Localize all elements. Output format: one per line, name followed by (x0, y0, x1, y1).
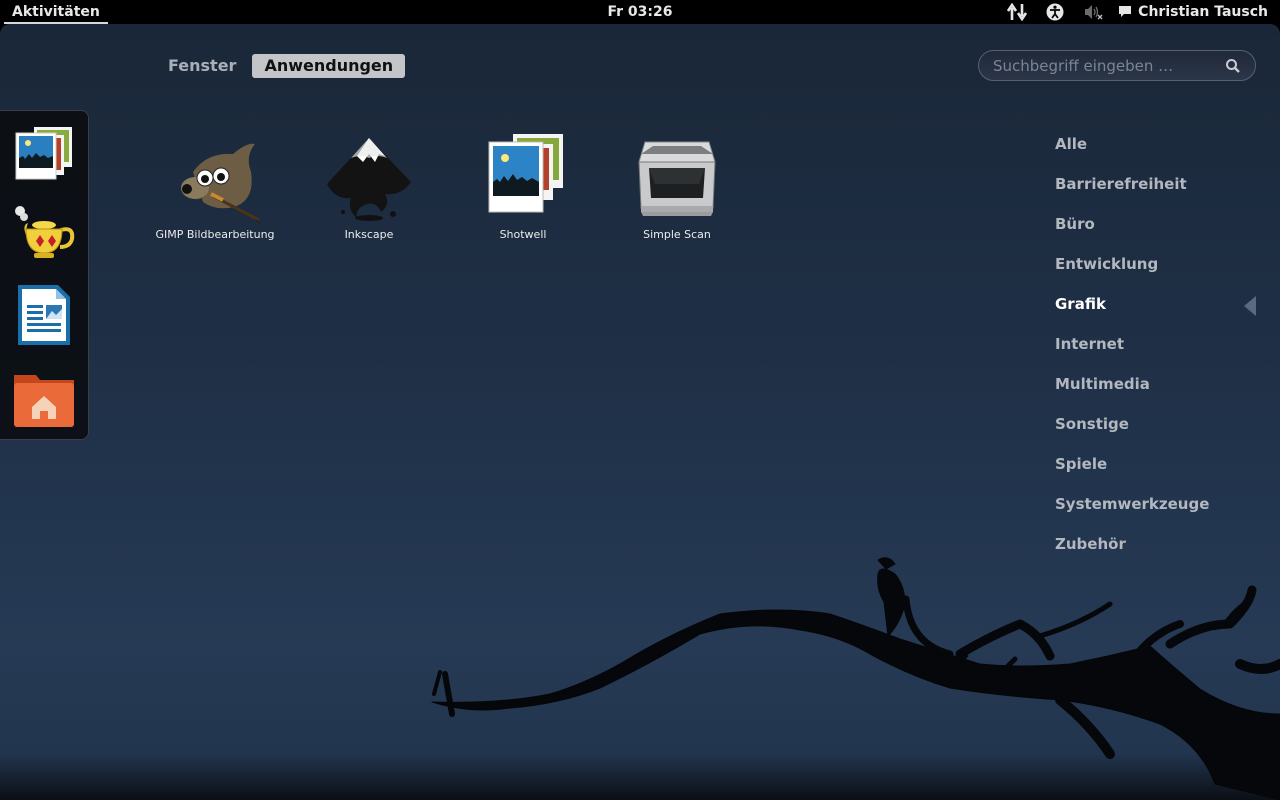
category-spiele[interactable]: Spiele (1055, 452, 1209, 492)
category-multimedia[interactable]: Multimedia (1055, 372, 1209, 412)
category-systemwerkzeuge[interactable]: Systemwerkzeuge (1055, 492, 1209, 532)
shotwell-icon (488, 134, 563, 213)
teapot-icon[interactable] (12, 203, 76, 267)
home-folder-icon[interactable] (12, 367, 76, 431)
selected-category-arrow-icon (1244, 296, 1256, 316)
tab-fenster[interactable]: Fenster (160, 54, 244, 78)
activities-button[interactable]: Aktivitäten (4, 0, 108, 24)
category-entwicklung[interactable]: Entwicklung (1055, 252, 1209, 292)
app-inkscape[interactable]: Inkscape (309, 132, 429, 242)
app-label: Shotwell (499, 228, 547, 241)
search-icon (1226, 58, 1240, 73)
category-sonstige[interactable]: Sonstige (1055, 412, 1209, 452)
inkscape-icon (327, 138, 411, 221)
scanner-icon (638, 141, 716, 216)
libreoffice-writer-icon[interactable] (12, 283, 76, 347)
clock-label[interactable]: Fr 03:26 (607, 4, 672, 20)
gimp-icon (181, 143, 261, 224)
category-internet[interactable]: Internet (1055, 332, 1209, 372)
tab-anwendungen[interactable]: Anwendungen (252, 54, 406, 78)
view-selector: Fenster Anwendungen (160, 54, 406, 78)
top-panel: Aktivitäten Fr 03:26 Christian Tausch (0, 0, 1280, 24)
category-buero[interactable]: Büro (1055, 212, 1209, 252)
app-gimp[interactable]: GIMP Bildbearbeitung (155, 132, 275, 242)
accessibility-icon[interactable] (1044, 0, 1066, 24)
app-simple-scan[interactable]: Simple Scan (617, 132, 737, 242)
overview: Fenster Anwendungen Suchbegriff eingeben… (0, 24, 1280, 800)
shotwell-icon[interactable] (12, 123, 76, 187)
category-alle[interactable]: Alle (1055, 132, 1209, 172)
chat-bubble-icon (1119, 6, 1132, 17)
dash (0, 110, 89, 440)
user-menu[interactable]: Christian Tausch (1118, 0, 1268, 24)
network-arrows-icon[interactable] (1006, 0, 1028, 24)
status-tray: Christian Tausch (1006, 0, 1268, 24)
category-grafik[interactable]: Grafik (1055, 292, 1209, 332)
app-label: Simple Scan (643, 228, 711, 241)
app-label: Inkscape (344, 228, 394, 241)
category-list: Alle Barrierefreiheit Büro Entwicklung G… (1055, 132, 1209, 572)
search-placeholder: Suchbegriff eingeben … (993, 56, 1174, 75)
search-input[interactable]: Suchbegriff eingeben … (978, 50, 1256, 81)
volume-muted-icon[interactable] (1082, 0, 1104, 24)
category-zubehoer[interactable]: Zubehör (1055, 532, 1209, 572)
user-name: Christian Tausch (1138, 4, 1268, 20)
category-barrierefreiheit[interactable]: Barrierefreiheit (1055, 172, 1209, 212)
app-label: GIMP Bildbearbeitung (155, 228, 275, 241)
app-shotwell[interactable]: Shotwell (463, 132, 583, 242)
